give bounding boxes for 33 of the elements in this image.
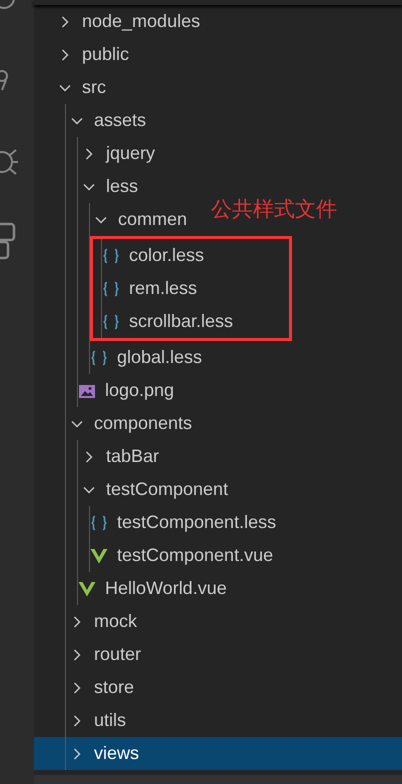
braces-icon	[102, 248, 120, 264]
annotation-text: 公共样式文件	[211, 196, 337, 223]
tree-item[interactable]: rem.less	[93, 272, 198, 305]
tree-item[interactable]: src	[34, 71, 106, 104]
tree-item[interactable]: components	[34, 407, 192, 440]
braces-icon	[102, 280, 120, 296]
vue-icon	[78, 580, 96, 596]
tree-item[interactable]: testComponent.vue	[34, 539, 274, 572]
braces-icon	[102, 314, 120, 330]
tree-item[interactable]: HelloWorld.vue	[34, 572, 227, 605]
tree-item[interactable]: logo.png	[34, 374, 174, 407]
extensions-icon[interactable]	[0, 222, 18, 260]
image-icon	[78, 382, 96, 398]
tree-item[interactable]: jquery	[34, 137, 156, 170]
tree-item[interactable]: node_modules	[34, 5, 200, 38]
braces-icon	[90, 350, 108, 366]
vue-icon	[90, 548, 108, 564]
tree-item[interactable]: utils	[34, 704, 126, 737]
tree-item[interactable]: global.less	[34, 341, 202, 374]
tree-item[interactable]: views	[34, 737, 402, 770]
tree-item[interactable]: testComponent.less	[34, 506, 276, 539]
braces-icon	[90, 514, 108, 530]
tree-item[interactable]: less	[34, 170, 138, 203]
tree-item[interactable]: router	[34, 638, 142, 671]
tree-item[interactable]: color.less	[93, 239, 204, 272]
tree-item[interactable]: testComponent	[34, 473, 228, 506]
tree-item[interactable]: tabBar	[34, 440, 160, 473]
tree-item[interactable]: store	[34, 671, 134, 704]
tree-item[interactable]: scrollbar.less	[93, 305, 234, 338]
tree-item[interactable]: public	[34, 38, 130, 71]
tree-item[interactable]: assets	[34, 104, 146, 137]
tree-item[interactable]: mock	[34, 605, 138, 638]
tree-item[interactable]: commen	[34, 203, 188, 236]
